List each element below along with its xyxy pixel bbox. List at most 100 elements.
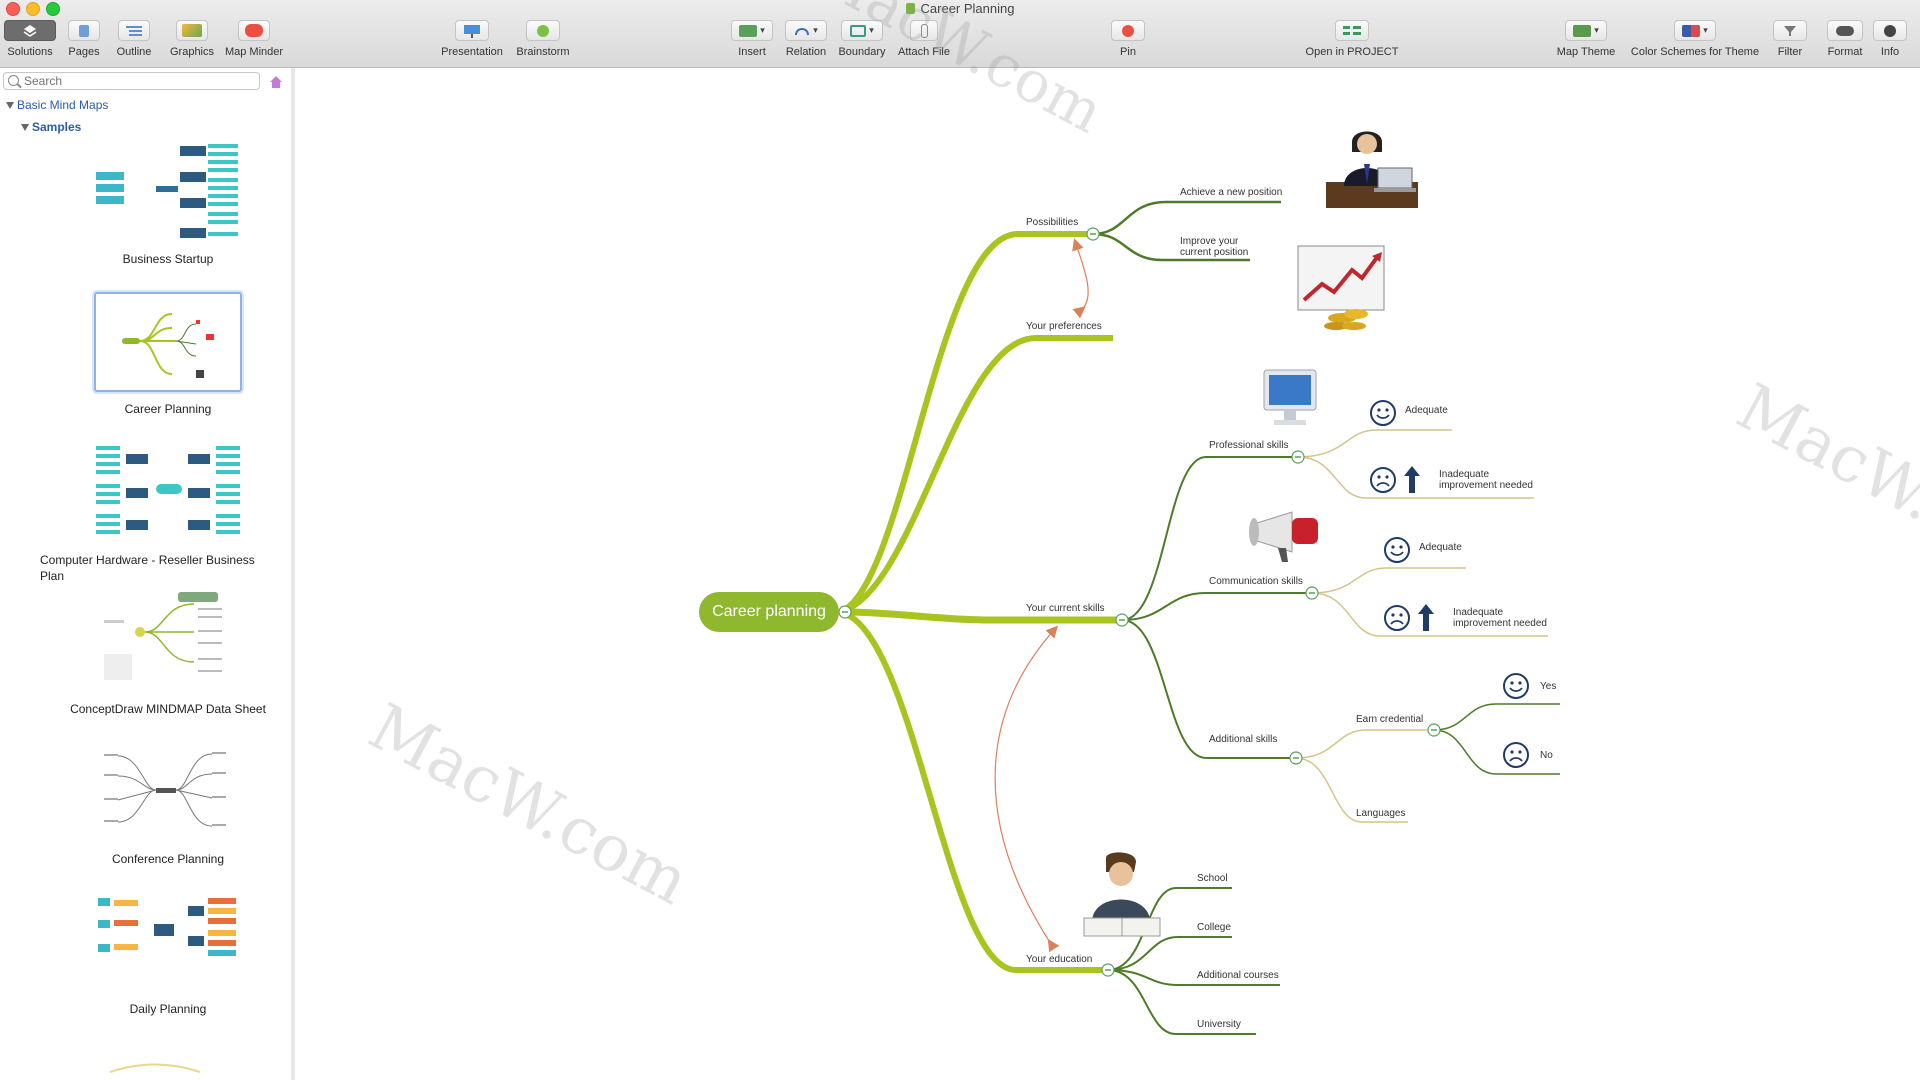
format-button[interactable]: Format (1820, 20, 1870, 64)
template-label: Career Planning (124, 402, 212, 416)
filter-icon (1773, 20, 1807, 41)
template-daily-planning[interactable]: Daily Planning (0, 890, 290, 1040)
branch-possibilities (838, 231, 1093, 615)
template-thumbnail (96, 896, 240, 974)
topic-languages[interactable]: Languages (1356, 808, 1406, 819)
sidebar-scrollbar[interactable] (291, 68, 295, 1080)
disclosure-triangle-icon (21, 124, 29, 131)
topic-professional-skills[interactable]: Professional skills (1209, 440, 1288, 451)
topic-university[interactable]: University (1197, 1019, 1241, 1030)
topic-communication-inadequate[interactable]: Inadequate improvement needed (1453, 607, 1553, 629)
topic-preferences[interactable]: Your preferences (1026, 321, 1102, 332)
search-input[interactable] (24, 74, 254, 88)
megaphone-clipart (1249, 511, 1318, 562)
topic-communication-skills[interactable]: Communication skills (1209, 576, 1303, 587)
template-label: Conference Planning (111, 852, 225, 866)
presentation-icon (455, 20, 489, 41)
insert-icon: ▾ (731, 20, 773, 41)
branch-education (839, 609, 1108, 973)
template-career-planning[interactable]: Career Planning (0, 290, 290, 440)
relation-arrow (994, 625, 1060, 953)
smiley-sad-icon (1384, 605, 1410, 631)
outline-button[interactable]: Outline (112, 20, 156, 64)
graphics-button[interactable]: Graphics (166, 20, 218, 64)
brainstorm-icon (526, 20, 560, 41)
arrow-up-icon (1418, 604, 1434, 631)
outline-icon (118, 20, 150, 41)
tree-item-basic-mind-maps[interactable]: Basic Mind Maps (6, 98, 108, 112)
topic-education[interactable]: Your education (1026, 954, 1092, 965)
mindmap-canvas[interactable]: Career planning Possibilities Achieve a … (296, 68, 1920, 1080)
arrow-up-icon (1404, 466, 1420, 493)
topic-additional-skills[interactable]: Additional skills (1209, 734, 1277, 745)
topic-professional-adequate[interactable]: Adequate (1405, 405, 1448, 416)
template-computer-hardware[interactable]: Computer Hardware - Reseller Business Pl… (0, 440, 290, 590)
growth-chart-coins-clipart (1297, 245, 1385, 330)
template-business-startup[interactable]: Business Startup (0, 140, 290, 290)
pages-icon (68, 20, 100, 41)
info-button[interactable]: Info (1872, 20, 1908, 64)
topic-additional-courses[interactable]: Additional courses (1197, 970, 1279, 981)
topic-no[interactable]: No (1540, 750, 1553, 761)
template-label: ConceptDraw MINDMAP Data Sheet (70, 702, 266, 716)
template-thumbnail (104, 746, 228, 836)
tree-item-samples[interactable]: Samples (21, 120, 81, 134)
template-sidebar: Basic Mind Maps Samples Business Startup… (0, 68, 292, 1080)
open-in-project-button[interactable]: Open in PROJECT (1300, 20, 1404, 64)
pin-icon (1111, 20, 1145, 41)
topic-earn-credential[interactable]: Earn credential (1356, 714, 1423, 725)
businessman-clipart (1326, 131, 1418, 208)
relation-arrow (1072, 238, 1089, 319)
smiley-happy-icon (1384, 537, 1410, 563)
template-data-sheet[interactable]: ConceptDraw MINDMAP Data Sheet (0, 590, 290, 740)
solutions-icon (4, 20, 56, 41)
topic-college[interactable]: College (1197, 922, 1231, 933)
info-icon (1873, 20, 1907, 41)
topic-achieve-new-position[interactable]: Achieve a new position (1180, 187, 1282, 198)
topic-current-skills[interactable]: Your current skills (1026, 603, 1105, 614)
project-icon (1335, 20, 1369, 41)
topic-yes[interactable]: Yes (1540, 681, 1556, 692)
smiley-happy-icon (1503, 673, 1529, 699)
student-reading-clipart (1083, 852, 1161, 937)
map-theme-button[interactable]: ▾ Map Theme (1553, 20, 1619, 64)
topic-school[interactable]: School (1197, 873, 1228, 884)
pin-button[interactable]: Pin (1110, 20, 1146, 64)
smiley-sad-icon (1370, 467, 1396, 493)
insert-button[interactable]: ▾ Insert (728, 20, 776, 64)
root-topic[interactable]: Career planning (699, 592, 839, 632)
format-icon (1827, 20, 1863, 41)
template-thumbnail (96, 444, 242, 540)
topic-improve-position[interactable]: Improve your current position (1180, 236, 1260, 258)
smiley-happy-icon (1370, 400, 1396, 426)
template-label: Computer Hardware - Reseller Business Pl… (40, 553, 255, 583)
branch-preferences (839, 335, 1113, 615)
filter-button[interactable]: Filter (1772, 20, 1808, 64)
template-label: Business Startup (122, 252, 214, 266)
map-minder-button[interactable]: Map Minder (222, 20, 286, 64)
home-icon[interactable] (268, 74, 284, 90)
presentation-button[interactable]: Presentation (438, 20, 506, 64)
disclosure-triangle-icon (6, 102, 14, 109)
template-label: Daily Planning (129, 1002, 207, 1016)
color-schemes-button[interactable]: ▾ Color Schemes for Theme (1625, 20, 1765, 64)
template-thumbnail (104, 592, 234, 686)
template-thumbnail (96, 144, 242, 242)
search-field[interactable] (3, 72, 260, 90)
smiley-sad-icon (1503, 742, 1529, 768)
relation-button[interactable]: ▾ Relation (782, 20, 830, 64)
solutions-button[interactable]: Solutions (2, 20, 58, 64)
template-thumbnail-partial (110, 1063, 201, 1073)
brainstorm-button[interactable]: Brainstorm (510, 20, 576, 64)
computer-monitor-clipart (1263, 369, 1317, 425)
topic-possibilities[interactable]: Possibilities (1026, 217, 1078, 228)
topic-communication-adequate[interactable]: Adequate (1419, 542, 1462, 553)
graphics-icon (176, 20, 208, 41)
map-theme-icon: ▾ (1565, 20, 1607, 41)
topic-professional-inadequate[interactable]: Inadequate improvement needed (1439, 469, 1539, 491)
pages-button[interactable]: Pages (66, 20, 102, 64)
template-conference-planning[interactable]: Conference Planning (0, 740, 290, 890)
search-icon (8, 75, 19, 86)
relation-icon: ▾ (785, 20, 827, 41)
template-thumbnail (94, 292, 242, 392)
